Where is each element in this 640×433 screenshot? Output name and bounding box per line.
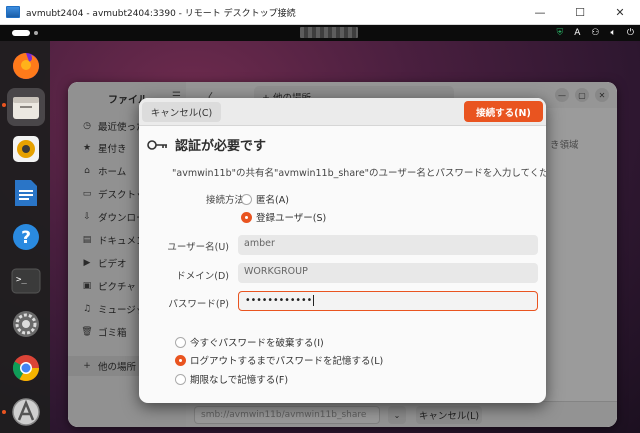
dock-terminal[interactable]: >_ xyxy=(7,262,45,300)
terminal-icon: >_ xyxy=(11,268,41,294)
volume-icon[interactable]: 🔈︎ xyxy=(610,28,615,38)
maximize-button[interactable]: ☐ xyxy=(560,0,600,25)
minimize-button[interactable]: — xyxy=(520,0,560,25)
svg-text:?: ? xyxy=(21,228,31,248)
dock-rhythmbox[interactable] xyxy=(7,130,45,168)
dock: ? >_ xyxy=(0,41,50,433)
running-indicator xyxy=(2,410,6,414)
running-indicator xyxy=(2,103,6,107)
dock-chrome[interactable] xyxy=(7,349,45,387)
writer-icon xyxy=(15,180,37,206)
software-updater-icon xyxy=(12,398,40,426)
dock-firefox[interactable] xyxy=(7,47,45,85)
domain-label: ドメイン(D) xyxy=(176,271,229,282)
key-icon xyxy=(147,139,167,150)
network-icon[interactable]: ⚇ xyxy=(591,28,599,38)
remember-forever-radio[interactable]: 期限なしで記憶する(F) xyxy=(175,372,288,386)
firefox-icon xyxy=(13,53,39,79)
remote-desktop-icon xyxy=(6,6,20,18)
ubuntu-top-bar: ⛨ A ⚇ 🔈︎ ⏻ xyxy=(0,25,640,41)
dock-settings[interactable] xyxy=(7,305,45,343)
dialog-title: 認証が必要です xyxy=(175,139,267,154)
cancel-button[interactable]: キャンセル(C) xyxy=(142,102,221,122)
chrome-icon xyxy=(12,355,40,382)
registered-user-radio[interactable]: 登録ユーザー(S) xyxy=(241,210,326,224)
password-label: パスワード(P) xyxy=(168,299,229,310)
dock-files[interactable] xyxy=(7,88,45,126)
domain-field[interactable]: WORKGROUP xyxy=(238,263,538,283)
input-method-icon[interactable]: A xyxy=(574,28,580,38)
rhythmbox-icon xyxy=(13,136,39,162)
close-button[interactable]: ✕ xyxy=(600,0,640,25)
password-field[interactable]: •••••••••••• xyxy=(238,291,538,311)
help-icon: ? xyxy=(13,224,39,250)
dialog-message: "avmwin11b"の共有名"avmwin11b_share"のユーザー名とパ… xyxy=(172,168,546,179)
connect-method-label: 接続方法 xyxy=(205,195,244,206)
files-icon xyxy=(13,97,39,119)
activities-indicator[interactable] xyxy=(12,30,38,36)
username-field[interactable]: amber xyxy=(238,235,538,255)
dock-help[interactable]: ? xyxy=(7,218,45,256)
power-icon[interactable]: ⏻ xyxy=(627,28,634,38)
auth-dialog: キャンセル(C) 接続する(N) 認証が必要です "avmwin11b"の共有名… xyxy=(139,98,546,403)
anonymous-radio[interactable]: 匿名(A) xyxy=(241,192,289,206)
password-value: •••••••••••• xyxy=(245,295,313,306)
dialog-header: キャンセル(C) 接続する(N) xyxy=(139,98,546,126)
dock-software-updater[interactable] xyxy=(7,393,45,431)
connect-button[interactable]: 接続する(N) xyxy=(464,101,543,122)
svg-text:>_: >_ xyxy=(16,275,27,285)
settings-icon xyxy=(13,311,39,337)
rdp-window-title: avmubt2404 - avmubt2404:3390 - リモート デスクト… xyxy=(26,8,296,19)
clock[interactable] xyxy=(300,27,358,38)
dock-writer[interactable] xyxy=(7,174,45,212)
username-label: ユーザー名(U) xyxy=(167,242,229,253)
remember-until-logout-radio[interactable]: ログアウトするまでパスワードを記憶する(L) xyxy=(175,353,383,367)
shield-icon[interactable]: ⛨ xyxy=(556,28,563,38)
text-caret xyxy=(313,295,315,306)
forget-password-radio[interactable]: 今すぐパスワードを破棄する(I) xyxy=(175,335,324,349)
rdp-window-titlebar: avmubt2404 - avmubt2404:3390 - リモート デスクト… xyxy=(0,0,640,25)
